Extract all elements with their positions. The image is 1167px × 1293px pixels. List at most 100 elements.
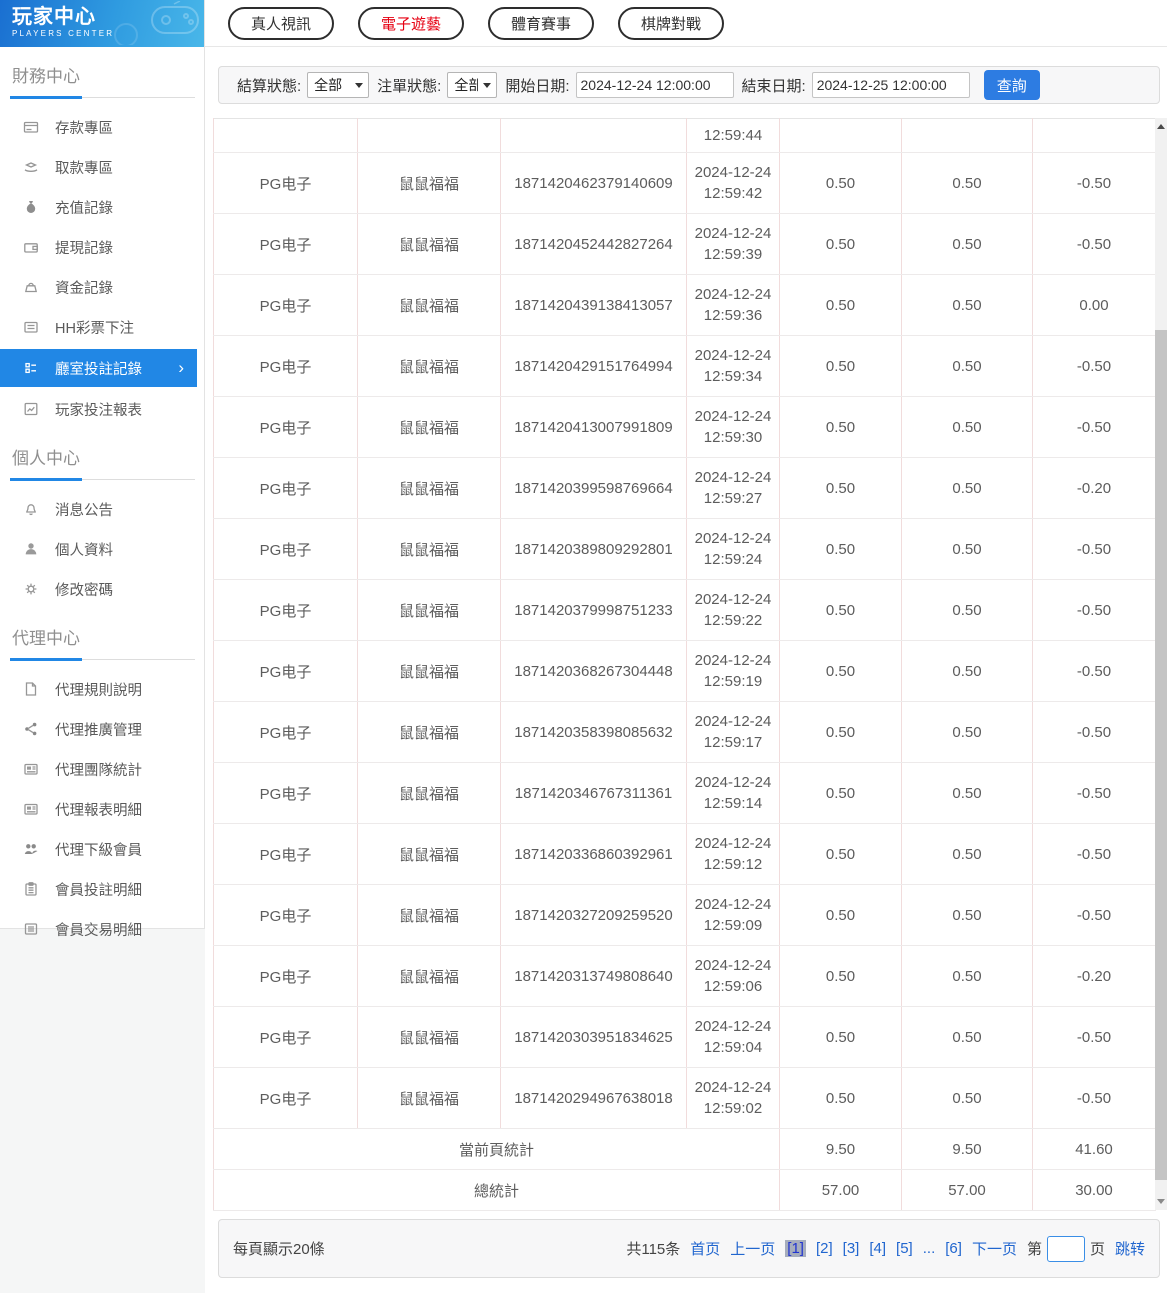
platform-cell: PG电子 (213, 152, 358, 214)
game-cell: 鼠鼠福福 (357, 1067, 501, 1129)
valid-amount-cell: 0.50 (901, 335, 1033, 397)
prev-page-link[interactable]: 上一页 (730, 1238, 775, 1259)
sidebar-item[interactable]: 個人資料 (0, 529, 204, 569)
table-row: PG电子 鼠鼠福福 1871420313749808640 2024-12-24 12:… (213, 945, 1156, 1007)
sidebar-item[interactable]: 修改密碼 (0, 569, 204, 609)
sidebar-item[interactable]: 資金記錄 (0, 267, 204, 307)
sidebar-item[interactable]: 代理報表明細 (0, 789, 204, 829)
sidebar-item[interactable]: 消息公告 (0, 489, 204, 529)
game-cell: 鼠鼠福福 (357, 701, 501, 763)
sidebar: 玩家中心 PLAYERS CENTER 財務中心 存款專區 取款專區 充值記錄 提現記錄… (0, 0, 205, 939)
bet-date: 2024-12-24 (694, 469, 772, 486)
sidebar-item[interactable]: 代理推廣管理 (0, 709, 204, 749)
bet-date: 2024-12-24 (694, 896, 772, 913)
bet-amount-cell: 0.50 (779, 213, 902, 275)
order-number-cell: 1871420462379140609 (500, 152, 687, 214)
next-page-link[interactable]: 下一页 (972, 1238, 1017, 1259)
bet-time: 12:59:04 (703, 1039, 763, 1056)
deposit-card-icon (23, 121, 39, 133)
sidebar-item[interactable]: 取款專區 (0, 147, 204, 187)
page-link[interactable]: [3] (843, 1240, 860, 1257)
end-date-label: 結束日期: (741, 77, 806, 95)
sidebar-item-label: 充值記錄 (55, 200, 113, 217)
platform-cell: PG电子 (213, 274, 358, 336)
jump-post-label: 页 (1089, 1241, 1105, 1258)
query-button[interactable]: 查詢 (983, 70, 1040, 100)
sidebar-item[interactable]: 玩家投注報表 (0, 389, 204, 429)
sidebar-item[interactable]: 代理規則說明 (0, 669, 204, 709)
bet-amount-cell: 0.50 (779, 884, 902, 946)
order-number-cell: 1871420313749808640 (500, 945, 687, 1007)
platform-cell: PG电子 (213, 518, 358, 580)
bet-date: 2024-12-24 (694, 347, 772, 364)
end-date-input[interactable] (811, 72, 970, 98)
game-cell: 鼠鼠福福 (357, 823, 501, 885)
bet-time-cell: 2024-12-24 12:59:36 (686, 274, 780, 336)
sidebar-item[interactable]: 充值記錄 (0, 187, 204, 227)
bet-records-table: 12:59:44 PG电子 鼠鼠福福 1871420462379140609 2024-… (213, 118, 1156, 1211)
valid-amount-cell: 0.50 (901, 823, 1033, 885)
game-tab[interactable]: 棋牌對戰 (618, 6, 725, 40)
settle-status-select[interactable]: 全部 (307, 72, 370, 98)
platform-cell: PG电子 (213, 213, 358, 275)
order-number-cell: 1871420429151764994 (500, 335, 687, 397)
jump-button[interactable]: 跳转 (1115, 1238, 1145, 1259)
main-content: 真人視訊 電子遊藝 體育賽事 棋牌對戰 結算狀態: 全部 注單狀態: 全部 開始日期:… (205, 0, 1167, 1293)
order-number-cell: 1871420294967638018 (500, 1067, 687, 1129)
order-number-cell: 1871420389809292801 (500, 518, 687, 580)
sidebar-item[interactable]: 提現記錄 (0, 227, 204, 267)
summary-valid-total: 57.00 (901, 1169, 1033, 1211)
bet-date: 2024-12-24 (694, 286, 772, 303)
bet-date: 2024-12-24 (694, 1018, 772, 1035)
bet-amount-cell: 0.50 (779, 823, 902, 885)
start-date-input[interactable] (575, 72, 734, 98)
table-cell (500, 118, 687, 153)
bet-time-cell: 2024-12-24 12:59:17 (686, 701, 780, 763)
page-link[interactable]: ... (923, 1240, 936, 1257)
game-tab[interactable]: 電子遊藝 (358, 6, 465, 40)
sidebar-item[interactable]: 存款專區 (0, 107, 204, 147)
filter-bar: 結算狀態: 全部 注單狀態: 全部 開始日期: 結束日期: 查詢 (218, 66, 1160, 104)
game-tab[interactable]: 體育賽事 (488, 6, 595, 40)
page-link[interactable]: [2] (816, 1240, 833, 1257)
sidebar-item[interactable]: 代理下級會員 (0, 829, 204, 869)
page-link[interactable]: [6] (945, 1240, 962, 1257)
first-page-link[interactable]: 首页 (690, 1238, 720, 1259)
page-jump-input[interactable] (1046, 1235, 1085, 1262)
sidebar-item-label: 代理下級會員 (55, 842, 142, 859)
vertical-scrollbar[interactable] (1155, 118, 1167, 1210)
valid-amount-cell: 0.50 (901, 640, 1033, 702)
platform-cell: PG电子 (213, 640, 358, 702)
valid-amount-cell: 0.50 (901, 396, 1033, 458)
sidebar-item[interactable]: 會員投註明細 (0, 869, 204, 909)
bet-time-cell: 2024-12-24 12:59:34 (686, 335, 780, 397)
bet-time: 12:59:42 (703, 185, 763, 202)
section-header: 財務中心 (12, 67, 80, 86)
bet-time: 12:59:17 (703, 734, 763, 751)
summary-bet-total: 57.00 (779, 1169, 902, 1211)
game-cell: 鼠鼠福福 (357, 1006, 501, 1068)
scroll-down-arrow-icon[interactable] (1157, 1199, 1165, 1204)
summary-label: 當前頁統計 (213, 1128, 780, 1170)
sidebar-item-label: 資金記錄 (55, 280, 113, 297)
gamepad-icon (114, 1, 199, 45)
scrollbar-thumb[interactable] (1155, 330, 1167, 1180)
game-cell: 鼠鼠福福 (357, 945, 501, 1007)
sidebar-item[interactable]: 會員交易明細 (0, 909, 204, 949)
sidebar-item[interactable]: HH彩票下注 (0, 307, 204, 347)
game-cell: 鼠鼠福福 (357, 884, 501, 946)
start-date-label: 開始日期: (505, 77, 570, 95)
game-tab[interactable]: 真人視訊 (228, 6, 335, 40)
table-row: PG电子 鼠鼠福福 1871420336860392961 2024-12-24 12:… (213, 823, 1156, 885)
bet-date: 2024-12-24 (694, 530, 772, 547)
current-page[interactable]: [1] (785, 1240, 806, 1257)
scroll-up-arrow-icon[interactable] (1157, 124, 1165, 129)
bet-date: 2024-12-24 (694, 225, 772, 242)
game-cell: 鼠鼠福福 (357, 213, 501, 275)
page-link[interactable]: [4] (869, 1240, 886, 1257)
sidebar-item[interactable]: 廳室投註記錄 › (0, 349, 197, 387)
sidebar-item[interactable]: 代理團隊統計 (0, 749, 204, 789)
page-link[interactable]: [5] (896, 1240, 913, 1257)
order-status-select[interactable]: 全部 (447, 72, 498, 98)
game-cell: 鼠鼠福福 (357, 579, 501, 641)
